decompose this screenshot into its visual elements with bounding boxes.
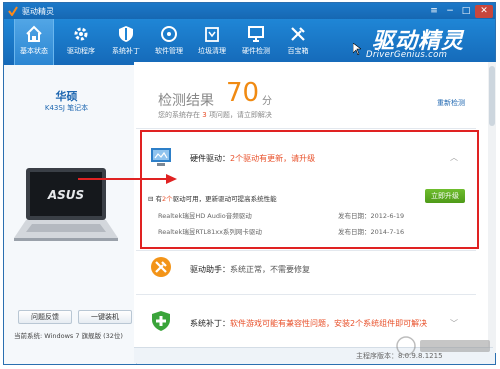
rescan-link[interactable]: 重新检测 [437, 98, 465, 108]
home-icon [26, 25, 42, 42]
driver-assistant-status: 系统正常，不需要修复 [230, 265, 310, 274]
wrench-icon [151, 257, 171, 277]
nav-item-hardware[interactable]: 硬件检测 [236, 19, 276, 65]
system-label: 当前系统: [14, 332, 43, 340]
nav-item-cleanup[interactable]: 垃圾清理 [192, 19, 232, 65]
nav-item-patches[interactable]: 系统补丁 [107, 19, 145, 65]
nav-item-software[interactable]: 软件管理 [149, 19, 189, 65]
close-icon[interactable]: ✕ [475, 4, 493, 18]
divider [136, 294, 476, 295]
chevron-down-icon[interactable]: ﹀ [450, 318, 458, 329]
app-logo-icon [8, 6, 18, 16]
divider [136, 250, 476, 251]
mouse-cursor-icon [353, 43, 361, 55]
issue-summary: 您的系统存在 3 项问题，请立即解决 [158, 111, 272, 119]
device-brand: 华硕 [55, 90, 78, 103]
score-unit: 分 [262, 96, 272, 107]
device-model: K43SJ 笔记本 [44, 104, 89, 112]
title-bar: 驱动精灵 ≡ − □ ✕ [4, 3, 495, 19]
system-patch-card[interactable]: 系统补丁：软件游戏可能有兼容性问题，安装2个系统组件即可解决 [190, 318, 427, 329]
window-title: 驱动精灵 [22, 6, 54, 16]
brand-logo: 驱动精灵 DriverGenius.com [364, 23, 494, 61]
plus-shield-icon [152, 311, 170, 331]
system-patch-status: 软件游戏可能有兼容性问题，安装2个系统组件即可解决 [230, 319, 428, 328]
driver-assistant-card[interactable]: 驱动助手：系统正常，不需要修复 [190, 264, 310, 275]
disc-icon [161, 26, 177, 42]
maximize-icon[interactable]: □ [459, 5, 473, 18]
minimize-icon[interactable]: − [443, 5, 457, 18]
nav-item-basic-status[interactable]: 基本状态 [14, 19, 54, 65]
window-controls: ≡ − □ ✕ [427, 3, 493, 19]
nav-item-drivers[interactable]: 驱动程序 [59, 19, 103, 65]
system-value: Windows 7 旗舰版 (32位) [44, 332, 123, 340]
highlight-box [140, 130, 479, 249]
gear-icon [74, 27, 88, 41]
nav-item-toolbox[interactable]: 百宝箱 [280, 19, 316, 65]
one-click-install-button[interactable]: 一键装机 [78, 310, 132, 324]
scrollbar-thumb[interactable] [489, 66, 495, 126]
annotation-arrow [78, 174, 177, 184]
shield-icon [119, 26, 133, 42]
divider [136, 128, 476, 129]
monitor-icon [248, 26, 264, 42]
result-title: 检测结果 [158, 93, 214, 109]
main-nav: 基本状态 驱动程序 系统补丁 软件管理 垃圾清理 硬件检测 百宝箱 驱动精灵 D… [4, 19, 495, 65]
menu-icon[interactable]: ≡ [427, 5, 441, 18]
tools-icon [291, 27, 305, 41]
feedback-button[interactable]: 问题反馈 [18, 310, 72, 324]
system-info: 当前系统: Windows 7 旗舰版 (32位) [14, 330, 123, 340]
watermark [396, 336, 490, 356]
trash-icon [205, 27, 219, 42]
brand-url: DriverGenius.com [366, 50, 448, 60]
issue-count: 3 [202, 111, 207, 119]
laptop-logo-text: ASUS [47, 188, 84, 202]
score-value: 70 [226, 78, 260, 108]
